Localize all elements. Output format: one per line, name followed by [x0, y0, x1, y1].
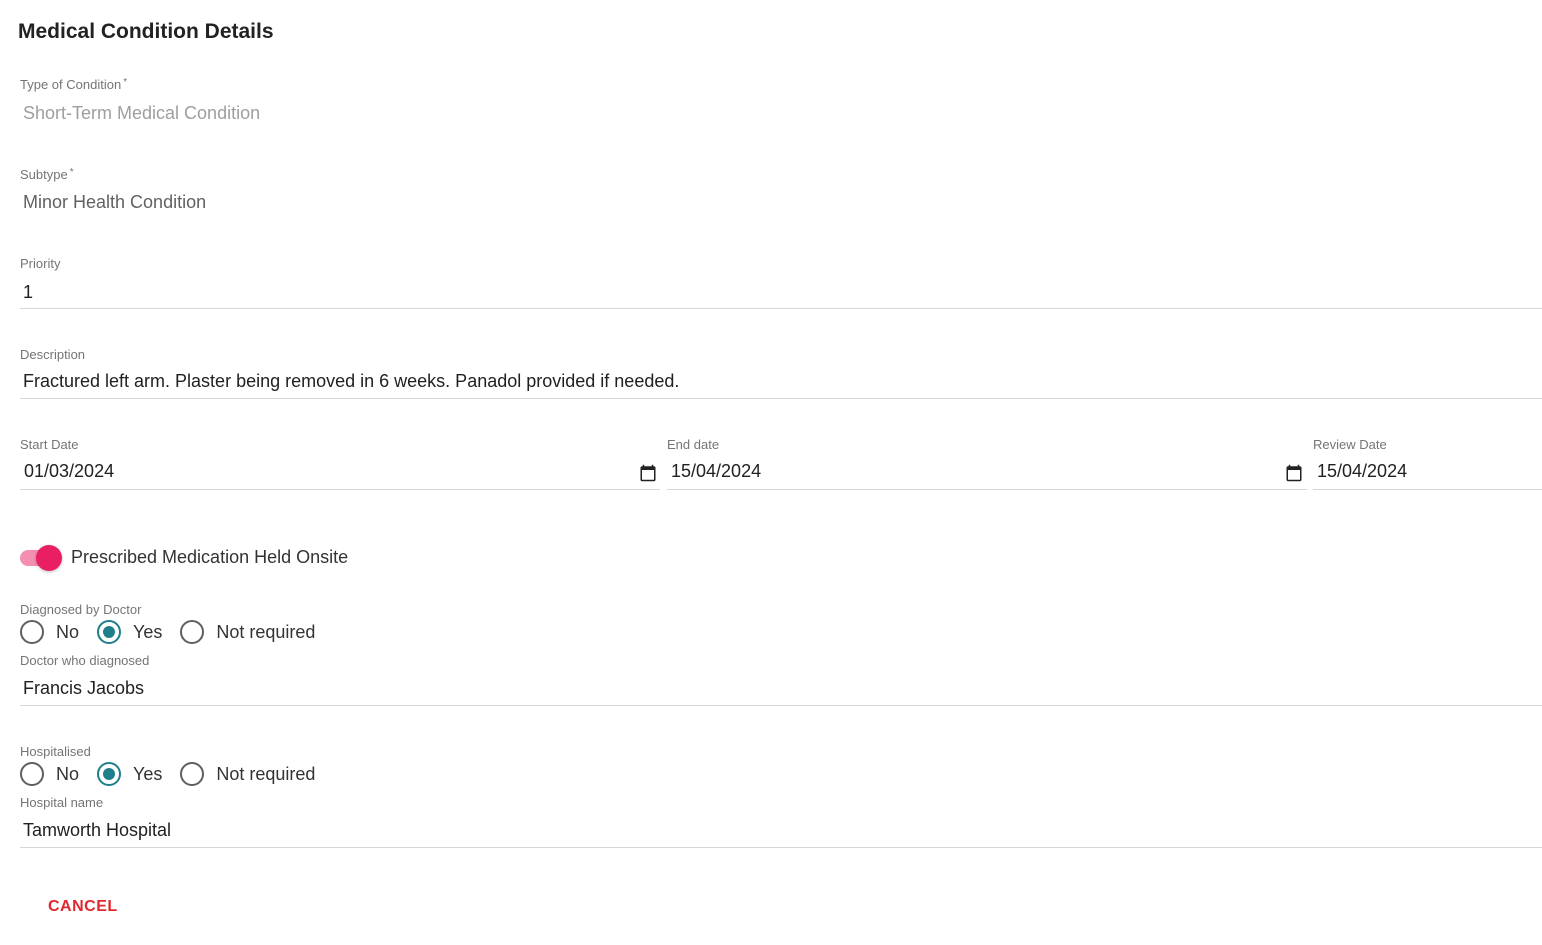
end-date-input[interactable]: 15/04/2024	[671, 461, 761, 482]
hospital-name-label: Hospital name	[20, 795, 104, 810]
type-of-condition-label: Type of Condition *	[20, 77, 127, 92]
medication-toggle[interactable]	[20, 545, 62, 571]
review-date-input[interactable]: 15/04/2024	[1317, 461, 1407, 482]
radio-label: Not required	[216, 763, 316, 784]
subtype-field: Minor Health Condition	[23, 192, 207, 212]
radio-label: No	[56, 763, 80, 784]
radio-label: Yes	[133, 621, 163, 642]
radio-circle	[180, 762, 205, 786]
subtype-label: Subtype *	[20, 167, 74, 182]
hospitalised-radio-no[interactable]: No	[20, 762, 79, 786]
radio-circle-checked	[97, 762, 122, 786]
priority-input[interactable]: 1	[23, 282, 33, 303]
doctor-name-label: Doctor who diagnosed	[20, 653, 150, 668]
doctor-name-input[interactable]: Francis Jacobs	[23, 678, 144, 699]
radio-label: Yes	[133, 763, 163, 784]
review-date-underline	[1313, 489, 1542, 490]
calendar-icon[interactable]	[639, 464, 657, 482]
type-of-condition-label-text: Type of Condition	[20, 77, 122, 92]
hospitalised-radio-group: No Yes Not required	[20, 761, 333, 787]
radio-label: No	[56, 621, 80, 642]
hospital-name-underline	[20, 847, 1542, 848]
description-underline	[20, 398, 1542, 399]
page-title: Medical Condition Details	[18, 20, 274, 43]
hospitalised-radio-yes[interactable]: Yes	[97, 762, 162, 786]
radio-label: Not required	[216, 621, 316, 642]
type-of-condition-field: Short-Term Medical Condition	[23, 103, 261, 123]
priority-label: Priority	[20, 256, 61, 271]
hospitalised-label: Hospitalised	[20, 744, 91, 759]
medical-condition-form: Medical Condition Details Type of Condit…	[0, 0, 1542, 945]
end-date-underline	[667, 489, 1307, 490]
diagnosed-radio-yes[interactable]: Yes	[97, 620, 162, 644]
cancel-button[interactable]: CANCEL	[38, 894, 128, 920]
priority-underline	[20, 308, 1542, 309]
diagnosed-radio-not-required[interactable]: Not required	[180, 620, 315, 644]
calendar-icon[interactable]	[1285, 464, 1303, 482]
description-label: Description	[20, 347, 86, 362]
start-date-input[interactable]: 01/03/2024	[24, 461, 114, 482]
required-mark: *	[69, 167, 74, 178]
required-mark: *	[123, 77, 128, 88]
diagnosed-radio-no[interactable]: No	[20, 620, 79, 644]
hospital-name-input[interactable]: Tamworth Hospital	[23, 820, 171, 841]
doctor-name-underline	[20, 705, 1542, 706]
diagnosed-radio-group: No Yes Not required	[20, 619, 333, 645]
end-date-label: End date	[667, 437, 720, 452]
radio-circle	[20, 620, 44, 644]
start-date-label: Start Date	[20, 437, 79, 452]
description-input[interactable]: Fractured left arm. Plaster being remove…	[23, 371, 679, 392]
subtype-label-text: Subtype	[20, 167, 68, 182]
medication-toggle-label: Prescribed Medication Held Onsite	[71, 547, 349, 567]
radio-circle	[20, 762, 44, 786]
radio-circle-checked	[97, 620, 122, 644]
diagnosed-by-doctor-label: Diagnosed by Doctor	[20, 602, 142, 617]
hospitalised-radio-not-required[interactable]: Not required	[180, 762, 315, 786]
review-date-label: Review Date	[1313, 437, 1387, 452]
radio-circle	[180, 620, 205, 644]
toggle-thumb	[36, 545, 62, 571]
start-date-underline	[20, 489, 660, 490]
